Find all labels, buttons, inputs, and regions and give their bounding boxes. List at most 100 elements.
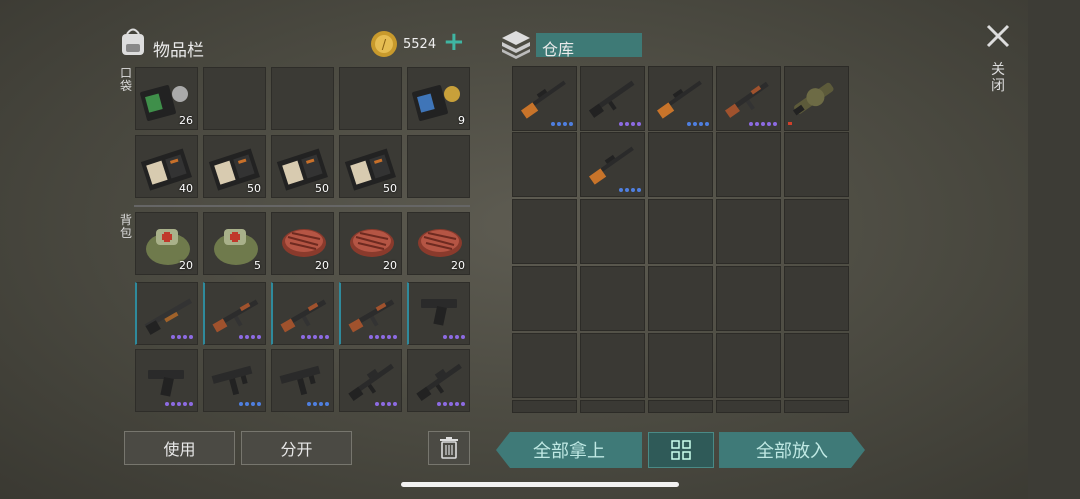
item-count: 20 — [451, 259, 465, 272]
rarity-dots — [239, 402, 261, 406]
storage-item[interactable] — [650, 68, 713, 128]
inventory-slot[interactable]: 20 — [407, 212, 470, 275]
inventory-slot[interactable]: 50 — [203, 135, 266, 198]
storage-slot[interactable] — [580, 266, 645, 331]
item-count: 20 — [383, 259, 397, 272]
side-shade — [1028, 0, 1080, 499]
storage-slot[interactable] — [580, 199, 645, 264]
sniper-rifle-icon — [656, 80, 702, 119]
inventory-slot[interactable] — [271, 349, 334, 412]
item-count: 26 — [179, 114, 193, 127]
inventory-slot[interactable]: 20 — [271, 212, 334, 275]
backpack-label: 背包 — [119, 213, 132, 240]
close-label: 关闭 — [991, 62, 1005, 94]
trash-icon — [440, 437, 458, 459]
storage-slot[interactable] — [580, 400, 645, 413]
put-all-button[interactable]: 全部放入 — [719, 432, 865, 468]
rarity-dots — [375, 402, 397, 406]
inventory-slot[interactable] — [339, 349, 402, 412]
rarity-dots — [749, 122, 777, 126]
storage-slot[interactable] — [512, 400, 577, 413]
inventory-title: 物品栏 — [153, 41, 204, 61]
rarity-dots — [369, 335, 397, 339]
item-count: 50 — [315, 182, 329, 195]
rarity-dots — [551, 122, 573, 126]
inventory-slot[interactable]: 20 — [135, 212, 198, 275]
storage-slot[interactable] — [648, 400, 713, 413]
inventory-slot[interactable]: 26 — [135, 67, 198, 130]
home-indicator — [401, 482, 679, 487]
item-count: 9 — [458, 114, 465, 127]
inventory-slot-empty[interactable] — [271, 67, 334, 130]
storage-item[interactable] — [514, 68, 577, 128]
inventory-slot[interactable] — [203, 282, 266, 345]
storage-slot[interactable] — [716, 132, 781, 197]
rarity-dots — [165, 402, 193, 406]
inventory-slot[interactable] — [135, 349, 198, 412]
rarity-dots — [687, 122, 709, 126]
close-button[interactable] — [984, 22, 1012, 50]
inventory-slot[interactable] — [135, 282, 198, 345]
trash-button[interactable] — [428, 431, 470, 465]
inventory-slot-empty[interactable] — [407, 135, 470, 198]
inventory-slot[interactable]: 50 — [339, 135, 402, 198]
coin-icon: / — [370, 30, 398, 58]
rarity-dots — [307, 402, 329, 406]
grid-sort-icon — [671, 440, 691, 460]
rarity-dots — [619, 122, 641, 126]
inventory-slot[interactable]: 20 — [339, 212, 402, 275]
inventory-slot[interactable] — [203, 349, 266, 412]
storage-slot[interactable] — [648, 132, 713, 197]
storage-item[interactable] — [786, 68, 849, 128]
inventory-slot[interactable]: 5 — [203, 212, 266, 275]
item-count: 5 — [254, 259, 261, 272]
sniper-rifle-icon — [588, 146, 634, 185]
storage-slot[interactable] — [716, 199, 781, 264]
storage-slot[interactable] — [648, 199, 713, 264]
put-all-label: 全部放入 — [756, 441, 828, 462]
inventory-slot[interactable]: 50 — [271, 135, 334, 198]
inventory-slot[interactable] — [407, 282, 470, 345]
storage-slot[interactable] — [784, 333, 849, 398]
rarity-dots — [301, 335, 329, 339]
use-button[interactable]: 使用 — [124, 431, 235, 465]
storage-slot[interactable] — [784, 266, 849, 331]
inventory-slot[interactable] — [271, 282, 334, 345]
take-all-button[interactable]: 全部拿上 — [496, 432, 642, 468]
storage-title: 仓库 — [542, 40, 575, 59]
item-count: 20 — [315, 259, 329, 272]
rarity-dots — [437, 402, 465, 406]
coin-amount: 5524 — [403, 37, 437, 52]
item-count: 40 — [179, 182, 193, 195]
item-count: 20 — [179, 259, 193, 272]
storage-slot[interactable] — [512, 132, 577, 197]
storage-item[interactable] — [718, 68, 781, 128]
storage-item[interactable] — [582, 134, 645, 194]
storage-slot[interactable] — [580, 333, 645, 398]
storage-slot[interactable] — [716, 333, 781, 398]
storage-slot[interactable] — [784, 199, 849, 264]
backpack-icon — [118, 25, 148, 57]
inventory-slot-empty[interactable] — [339, 67, 402, 130]
storage-slot[interactable] — [648, 333, 713, 398]
storage-slot[interactable] — [716, 400, 781, 413]
rarity-dots — [619, 188, 641, 192]
inventory-slot-empty[interactable] — [203, 67, 266, 130]
storage-slot[interactable] — [716, 266, 781, 331]
m16-rifle-icon — [588, 80, 635, 118]
add-coins-button[interactable]: + — [443, 29, 465, 55]
inventory-slot[interactable] — [339, 282, 402, 345]
inventory-slot[interactable]: 40 — [135, 135, 198, 198]
storage-slot[interactable] — [784, 132, 849, 197]
storage-slot[interactable] — [512, 199, 577, 264]
storage-item[interactable] — [582, 68, 645, 128]
storage-slot[interactable] — [784, 400, 849, 413]
storage-slot[interactable] — [648, 266, 713, 331]
sniper-rifle-icon — [520, 80, 566, 119]
storage-slot[interactable] — [512, 333, 577, 398]
sort-button[interactable] — [648, 432, 714, 468]
storage-slot[interactable] — [512, 266, 577, 331]
inventory-slot[interactable]: 9 — [407, 67, 470, 130]
split-button[interactable]: 分开 — [241, 431, 352, 465]
inventory-slot[interactable] — [407, 349, 470, 412]
